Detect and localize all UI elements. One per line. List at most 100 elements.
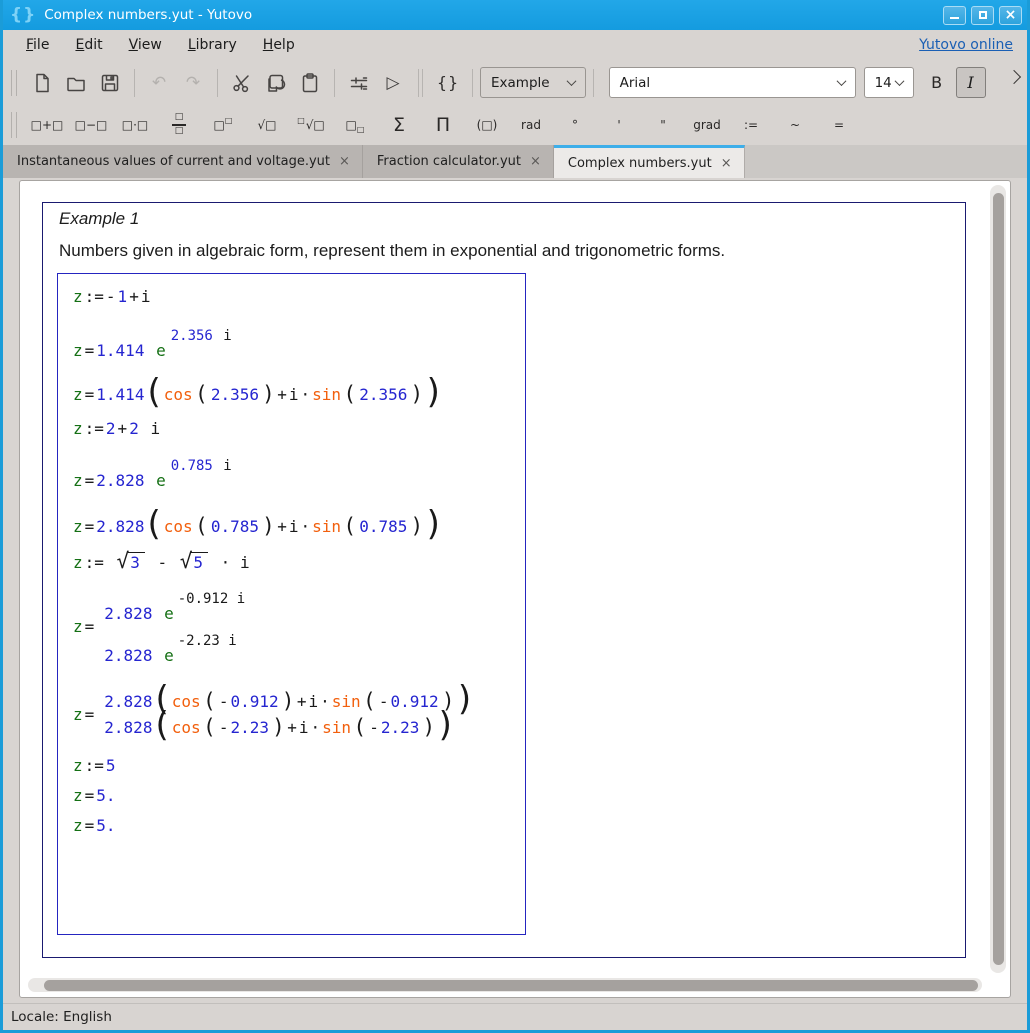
undo-button[interactable]: ↶ [142,66,176,100]
braces-icon: {} [436,73,460,92]
superscript: 0.785 i [170,458,232,474]
status-bar: Locale: English [3,1003,1027,1030]
bold-button[interactable]: B [922,67,952,98]
math-region[interactable]: z:= -1 + i z = 1.414 e 2.356 i z = 1.414(cos(2.356… [57,273,526,935]
math-toolbar-grad-button[interactable]: grad [690,110,724,140]
math-toolbar-rad-button[interactable]: rad [514,110,548,140]
toolbar-separator [472,68,473,97]
redo-icon: ↷ [185,72,201,93]
horizontal-scrollbar-thumb[interactable] [44,979,978,991]
math-line[interactable]: z = 5. [72,783,525,807]
math-toolbar-minus-button[interactable]: □−□ [74,110,108,140]
tab-close-icon[interactable]: × [721,156,732,171]
chevron-down-icon [836,76,847,87]
toolbar-separator [134,68,135,97]
math-toolbar-subscript-button[interactable]: □ □ [338,110,372,140]
superscript: -2.23 i [177,633,237,649]
app-window: {} Complex numbers.yut - Yutovo × File Ed… [0,0,1030,1033]
example-dropdown-label: Example [491,74,550,91]
math-toolbar-parens-button[interactable]: (□) [470,110,504,140]
tab-instantaneous-values-of-current-and-voltage-yut[interactable]: Instantaneous values of current and volt… [3,145,363,178]
toolbar-drag-handle[interactable] [11,112,17,138]
math-line[interactable]: z = 5. [72,813,525,837]
sqrt-expression: √ 5 [180,551,209,572]
braces-button[interactable]: {} [431,66,465,100]
titlebar[interactable]: {} Complex numbers.yut - Yutovo × [3,0,1027,30]
document-viewport: Example 1 Numbers given in algebraic for… [19,180,1011,998]
math-toolbar-tilde-button[interactable]: ~ [778,110,812,140]
font-family-combobox[interactable]: Arial [608,67,856,98]
font-size-combobox[interactable]: 14 [863,67,914,98]
math-toolbar-plus-button[interactable]: □+□ [30,110,64,140]
window-title: Complex numbers.yut - Yutovo [44,7,253,23]
italic-button[interactable]: I [955,67,986,98]
close-icon: × [1004,7,1017,23]
math-line[interactable]: z = 2.828(cos(0.785) + i · sin(0.785)) [72,507,525,541]
open-file-button[interactable] [59,66,93,100]
paste-icon [302,72,318,92]
font-size-value: 14 [874,74,892,91]
locale-status: Locale: English [11,1009,112,1025]
math-toolbar-assign-button[interactable]: := [734,110,768,140]
menu-help[interactable]: Help [250,33,308,57]
vertical-scrollbar-thumb[interactable] [992,193,1004,965]
menu-view[interactable]: View [116,33,175,57]
math-toolbar-equals-button[interactable]: = [822,110,856,140]
math-line[interactable]: z:= √ 3 - √ 5 · i [72,550,525,574]
minimize-button[interactable] [943,5,966,25]
menu-edit[interactable]: Edit [62,33,115,57]
new-file-icon [36,73,49,92]
run-icon: ▷ [386,72,400,93]
math-toolbar-power-button[interactable]: □ □ [206,110,240,140]
yutovo-online-link[interactable]: Yutovo online [919,37,1013,53]
sliders-icon [350,76,368,90]
math-toolbar-sqrt-button[interactable]: √□ [250,110,284,140]
math-line[interactable]: z:= 5 [72,753,525,777]
tab-label: Complex numbers.yut [567,155,712,171]
math-toolbar-degree-button[interactable]: ° [558,110,592,140]
math-toolbar-second-button[interactable]: " [646,110,680,140]
new-file-button[interactable] [25,66,59,100]
tab-close-icon[interactable]: × [339,154,350,169]
tab-complex-numbers-yut[interactable]: Complex numbers.yut × [553,145,745,178]
cut-button[interactable] [225,66,259,100]
tab-fraction-calculator-yut[interactable]: Fraction calculator.yut × [362,145,554,178]
math-toolbar-minute-button[interactable]: ' [602,110,636,140]
settings-button[interactable] [342,66,376,100]
fraction-icon: □ □ [172,112,186,137]
math-toolbar-fraction-button[interactable]: □ □ [162,110,196,140]
math-line[interactable]: z:= 2 +2 i [72,416,525,440]
sqrt-expression: √ 3 [117,551,145,572]
copy-icon [268,74,286,92]
math-line[interactable]: z = 1.414(cos(2.356) + i · sin(2.356)) [72,375,525,409]
example-dropdown[interactable]: Example [480,67,586,98]
math-toolbar-product-button[interactable]: Π [426,110,460,140]
math-line[interactable]: z = 1.414 e 2.356 i [72,318,525,362]
run-button[interactable]: ▷ [376,66,410,100]
math-toolbar-sum-button[interactable]: Σ [382,110,416,140]
toolbar-drag-handle[interactable] [11,69,17,96]
save-button[interactable] [93,66,127,100]
toolbar-separator [334,68,335,97]
math-line[interactable]: z = 2.828(cos(-0.912) + i · sin(-0.912)) 2.828(… [72,682,525,742]
minimize-icon [950,17,959,19]
menu-file[interactable]: File [13,33,62,57]
menu-library[interactable]: Library [175,33,250,57]
math-line[interactable]: z = 2.828 e -0.912 i 2.828 e -2.23 i [72,584,525,668]
worksheet-page[interactable]: Example 1 Numbers given in algebraic for… [42,202,966,958]
math-toolbar-times-button[interactable]: □·□ [118,110,152,140]
close-button[interactable]: × [999,5,1022,25]
maximize-button[interactable] [971,5,994,25]
math-toolbar: □+□ □−□ □·□ □ □ □ □ √□ □ √□ □ □ Σ Π (□) rad ° ' " grad := ~ = [3,105,1027,145]
paste-button[interactable] [293,66,327,100]
redo-button[interactable]: ↷ [176,66,210,100]
tab-close-icon[interactable]: × [530,154,541,169]
math-line[interactable]: z = 2.828 e 0.785 i [72,448,525,492]
copy-button[interactable] [259,66,293,100]
task-description: Numbers given in algebraic form, represe… [59,241,726,260]
maximize-icon [978,11,987,19]
horizontal-scrollbar[interactable] [28,978,982,992]
math-line[interactable]: z:= -1 + i [72,284,525,308]
vertical-scrollbar[interactable] [990,185,1006,973]
math-toolbar-nthroot-button[interactable]: □ √□ [294,110,328,140]
